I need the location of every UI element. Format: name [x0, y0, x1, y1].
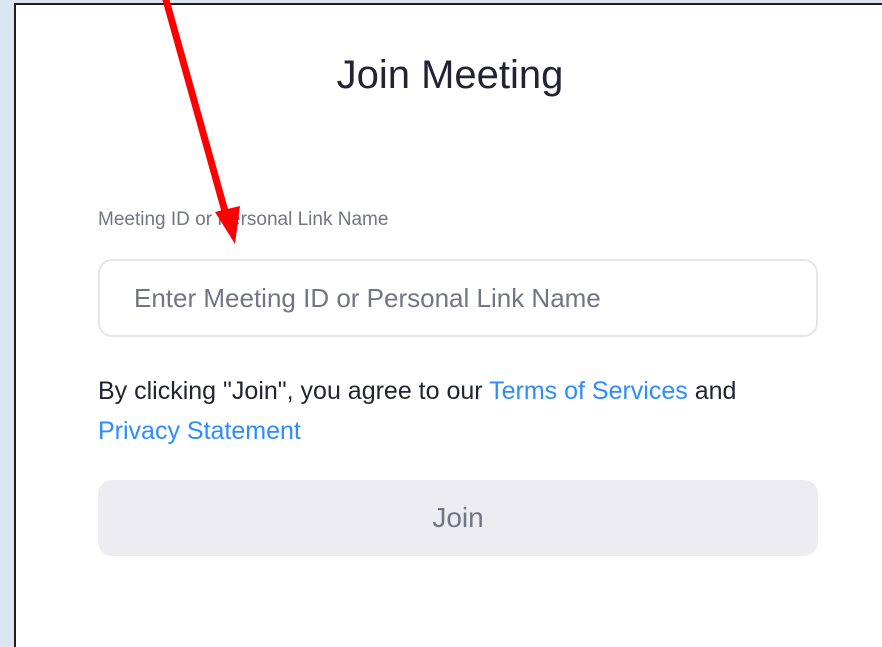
privacy-statement-link[interactable]: Privacy Statement: [98, 417, 301, 445]
page-title: Join Meeting: [336, 53, 564, 97]
meeting-id-input[interactable]: [98, 259, 818, 337]
join-meeting-panel: Join Meeting Meeting ID or Personal Link…: [14, 3, 882, 647]
terms-of-services-link[interactable]: Terms of Services: [489, 377, 688, 405]
join-meeting-page: Join Meeting Meeting ID or Personal Link…: [0, 0, 882, 647]
agreement-conjunction: and: [687, 377, 737, 405]
join-button[interactable]: Join: [98, 480, 818, 556]
agreement-text: By clicking "Join", you agree to our Ter…: [98, 371, 818, 451]
agreement-prefix: By clicking "Join", you agree to our: [98, 377, 490, 405]
meeting-id-label: Meeting ID or Personal Link Name: [98, 209, 389, 230]
